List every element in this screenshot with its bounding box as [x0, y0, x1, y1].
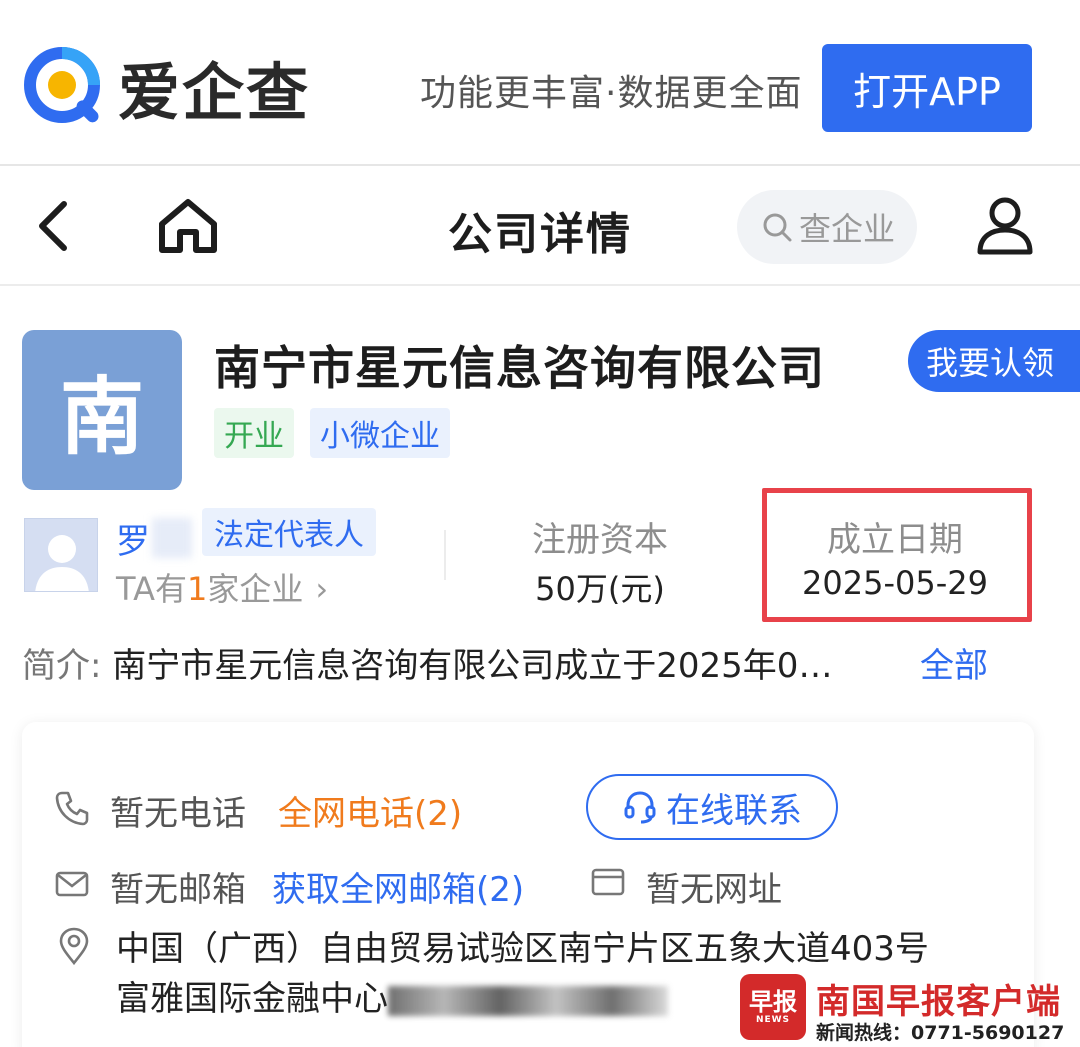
get-emails-link[interactable]: 获取全网邮箱(2) [272, 862, 524, 911]
all-phones-link[interactable]: 全网电话(2) [278, 786, 462, 835]
logo-text: 爱企查 [118, 56, 311, 129]
company-type-badge: 小微企业 [310, 408, 450, 458]
phone-status: 暂无电话 [110, 794, 246, 834]
phone-icon [54, 790, 90, 826]
founded-date-highlight-box [762, 488, 1032, 622]
chevron-right-icon: › [315, 570, 329, 608]
legal-rep-avatar[interactable] [24, 518, 98, 592]
companies-suffix: 家企业 [207, 570, 304, 608]
intro-label: 简介: [22, 646, 102, 686]
email-icon [54, 866, 90, 902]
legal-rep-name-blur [152, 518, 192, 558]
company-avatar: 南 [22, 330, 182, 490]
legal-rep-companies-link[interactable]: TA有1家企业 › [116, 564, 328, 610]
legal-rep-role-badge: 法定代表人 [202, 508, 376, 556]
news-watermark-title: 南国早报客户端 [816, 982, 1061, 1022]
claim-company-button[interactable]: 我要认领 [908, 330, 1080, 392]
user-profile-icon[interactable] [976, 196, 1034, 256]
search-icon [763, 213, 792, 242]
banner-slogan: 功能更丰富·数据更全面 [420, 73, 803, 114]
registered-capital-label: 注册资本 [532, 520, 668, 560]
address-line-1: 中国（广西）自由贸易试验区南宁片区五象大道403号 [116, 929, 929, 969]
headset-icon [624, 791, 656, 824]
app-banner: 爱企查 功能更丰富·数据更全面 打开APP [0, 0, 1080, 166]
address-redacted-blur [388, 985, 668, 1016]
aiqicha-logo[interactable]: 爱企查 [22, 42, 310, 132]
news-badge-text: 早报 [749, 988, 797, 1016]
logo-magnifier-icon [22, 43, 110, 131]
address-line-2-text: 富雅国际金融中心 [116, 979, 388, 1019]
legal-rep-name[interactable]: 罗 [116, 514, 150, 563]
nav-bar: 公司详情 查企业 [0, 168, 1080, 286]
news-badge-sub: NEWS [755, 1015, 791, 1025]
intro-text: 南宁市星元信息咨询有限公司成立于2025年0… [112, 646, 833, 686]
news-logo-badge: 早报 NEWS [740, 974, 806, 1040]
email-status: 暂无邮箱 [110, 870, 246, 910]
intro-more-link[interactable]: 全部 [920, 638, 988, 687]
news-watermark: 早报 NEWS 南国早报客户端 新闻热线：0771-5690127 [736, 970, 1080, 1047]
registered-capital-value: 50万(元) [535, 570, 665, 608]
company-intro: 简介: 南宁市星元信息咨询有限公司成立于2025年0… 全部 [22, 638, 1002, 687]
website-icon [590, 864, 626, 900]
companies-count: 1 [186, 570, 208, 608]
status-badge-open: 开业 [214, 408, 294, 458]
search-placeholder: 查企业 [799, 210, 896, 248]
website-status: 暂无网址 [646, 870, 782, 910]
news-watermark-hotline: 新闻热线：0771-5690127 [816, 1022, 1065, 1044]
stats-divider [444, 530, 446, 580]
companies-prefix: TA有 [116, 570, 187, 608]
page-title: 公司详情 [448, 209, 632, 260]
search-company-input[interactable]: 查企业 [737, 190, 917, 264]
online-contact-label: 在线联系 [666, 790, 802, 831]
open-app-button[interactable]: 打开APP [822, 44, 1032, 132]
online-contact-button[interactable]: 在线联系 [586, 774, 838, 840]
company-name: 南宁市星元信息咨询有限公司 [214, 341, 825, 395]
location-pin-icon [56, 926, 92, 966]
